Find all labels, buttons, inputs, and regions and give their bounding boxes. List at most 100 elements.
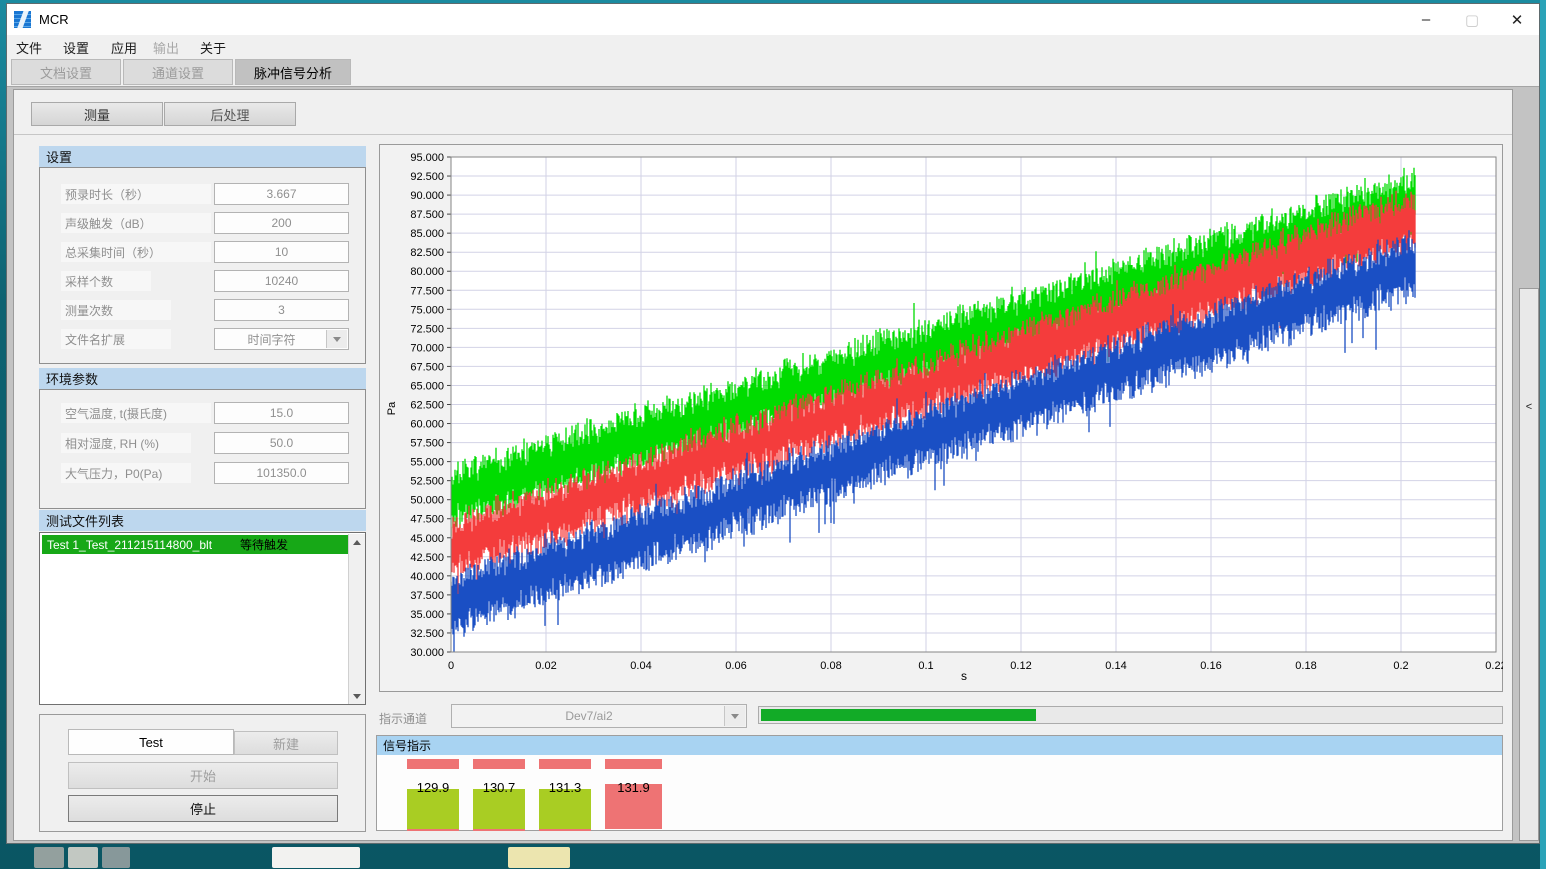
svg-text:52.500: 52.500 <box>410 476 444 488</box>
svg-text:57.500: 57.500 <box>410 438 444 450</box>
svg-text:47.500: 47.500 <box>410 514 444 526</box>
signal-panel: 信号指示 129.9 130.7 131.3 131.9 <box>376 735 1503 831</box>
indicator-channel-value: Dev7/ai2 <box>565 709 612 723</box>
subtab-postprocess[interactable]: 后处理 <box>164 102 296 126</box>
field-label-trigger-level: 声级触发（dB） <box>61 213 211 233</box>
svg-text:0.14: 0.14 <box>1105 660 1126 672</box>
menu-item-file[interactable]: 文件 <box>16 38 42 56</box>
svg-text:92.500: 92.500 <box>410 171 444 183</box>
signal-level-block <box>407 789 459 831</box>
field-value-humidity[interactable]: 50.0 <box>214 432 349 454</box>
taskbar-thumbnail <box>508 847 570 868</box>
file-name: Test 1_Test_211215114800_blt <box>42 538 212 552</box>
field-value-samples[interactable]: 10240 <box>214 270 349 292</box>
svg-text:32.500: 32.500 <box>410 628 444 640</box>
field-value-pressure[interactable]: 101350.0 <box>214 462 349 484</box>
signal-value: 129.9 <box>407 780 459 795</box>
dropdown-arrow-box[interactable] <box>326 330 347 348</box>
svg-text:62.500: 62.500 <box>410 400 444 412</box>
taskbar-thumbnail <box>272 847 360 868</box>
taskbar-thumbnail <box>102 847 130 868</box>
progress-bar <box>758 706 1503 724</box>
scrollbar[interactable] <box>348 534 365 704</box>
file-list-item[interactable]: Test 1_Test_211215114800_blt 等待触发 <box>42 535 348 554</box>
menu-bar: 文件 设置 应用 输出 关于 <box>7 35 1539 58</box>
window-title: MCR <box>39 12 69 27</box>
subtab-measure[interactable]: 测量 <box>31 102 163 126</box>
svg-text:0.22: 0.22 <box>1485 660 1503 672</box>
field-value-air-temp[interactable]: 15.0 <box>214 402 349 424</box>
collapse-left-icon[interactable]: < <box>1520 401 1538 413</box>
svg-text:0.08: 0.08 <box>820 660 841 672</box>
svg-text:0.16: 0.16 <box>1200 660 1221 672</box>
svg-text:70.000: 70.000 <box>410 342 444 354</box>
signal-value: 131.3 <box>539 780 591 795</box>
svg-text:75.000: 75.000 <box>410 304 444 316</box>
new-button[interactable]: 新建 <box>234 731 338 755</box>
svg-text:67.500: 67.500 <box>410 361 444 373</box>
settings-group-header: 设置 <box>39 146 366 167</box>
menu-item-about[interactable]: 关于 <box>200 38 226 56</box>
tab-document-settings[interactable]: 文档设置 <box>11 59 121 85</box>
svg-text:95.000: 95.000 <box>410 152 444 164</box>
svg-text:0.12: 0.12 <box>1010 660 1031 672</box>
environment-group-header: 环境参数 <box>39 368 366 389</box>
signal-top-bar <box>539 759 591 769</box>
minimize-button[interactable]: – <box>1403 4 1449 35</box>
tab-pulse-signal-analysis[interactable]: 脉冲信号分析 <box>235 59 351 85</box>
side-panel-collapsed[interactable]: < <box>1519 288 1539 841</box>
divider <box>14 134 1512 135</box>
menu-item-output: 输出 <box>153 38 179 56</box>
field-value-measure-count[interactable]: 3 <box>214 299 349 321</box>
svg-text:77.500: 77.500 <box>410 285 444 297</box>
field-label-measure-count: 测量次数 <box>61 300 171 320</box>
tab-channel-settings[interactable]: 通道设置 <box>123 59 233 85</box>
maximize-button[interactable]: ▢ <box>1449 4 1495 35</box>
field-value-trigger-level[interactable]: 200 <box>214 212 349 234</box>
svg-text:40.000: 40.000 <box>410 571 444 583</box>
close-button[interactable]: ✕ <box>1494 4 1540 35</box>
title-bar: MCR – ▢ ✕ <box>7 4 1539 35</box>
menu-item-apply[interactable]: 应用 <box>111 38 137 56</box>
file-list[interactable]: Test 1_Test_211215114800_blt 等待触发 <box>39 532 366 705</box>
field-label-air-temp: 空气温度, t(摄氏度) <box>61 403 211 423</box>
test-name-input[interactable] <box>68 729 234 755</box>
svg-text:87.500: 87.500 <box>410 209 444 221</box>
app-window: MCR – ▢ ✕ 文件 设置 应用 输出 关于 文档设置 通道设置 脉冲信号分… <box>6 3 1540 844</box>
mcr-logo-icon <box>14 11 31 28</box>
svg-text:82.500: 82.500 <box>410 247 444 259</box>
stop-button[interactable]: 停止 <box>68 795 338 822</box>
chevron-down-icon <box>333 337 341 342</box>
start-button[interactable]: 开始 <box>68 762 338 789</box>
indicator-channel-label: 指示通道 <box>379 710 427 727</box>
svg-text:55.000: 55.000 <box>410 457 444 469</box>
filename-ext-dropdown[interactable]: 时间字符 <box>214 328 349 350</box>
file-status: 等待触发 <box>240 536 288 553</box>
svg-text:35.000: 35.000 <box>410 609 444 621</box>
menu-item-settings[interactable]: 设置 <box>63 38 89 56</box>
svg-text:0.18: 0.18 <box>1295 660 1316 672</box>
signal-value: 131.9 <box>605 780 662 795</box>
file-list-header: 测试文件列表 <box>39 510 366 531</box>
signal-top-bar <box>407 759 459 769</box>
svg-text:0.06: 0.06 <box>725 660 746 672</box>
svg-text:0.02: 0.02 <box>535 660 556 672</box>
field-label-prerecord: 预录时长（秒） <box>61 184 211 204</box>
triangle-up-icon <box>353 540 361 545</box>
svg-text:Pa: Pa <box>386 401 398 415</box>
triangle-down-icon <box>353 694 361 699</box>
signal-top-bar <box>605 759 662 769</box>
desktop-edge <box>1540 0 1546 869</box>
svg-text:0: 0 <box>448 660 454 672</box>
scroll-up-button[interactable] <box>349 534 365 550</box>
indicator-channel-select[interactable]: Dev7/ai2 <box>451 704 747 728</box>
scroll-down-button[interactable] <box>349 688 365 704</box>
field-label-samples: 采样个数 <box>61 271 151 291</box>
field-value-total-time[interactable]: 10 <box>214 241 349 263</box>
signal-panel-header: 信号指示 <box>377 736 1502 755</box>
svg-text:80.000: 80.000 <box>410 266 444 278</box>
action-group: 新建 开始 停止 <box>39 714 366 832</box>
dropdown-arrow-box[interactable] <box>724 706 745 726</box>
signal-level-block <box>473 789 525 831</box>
field-value-prerecord[interactable]: 3.667 <box>214 183 349 205</box>
